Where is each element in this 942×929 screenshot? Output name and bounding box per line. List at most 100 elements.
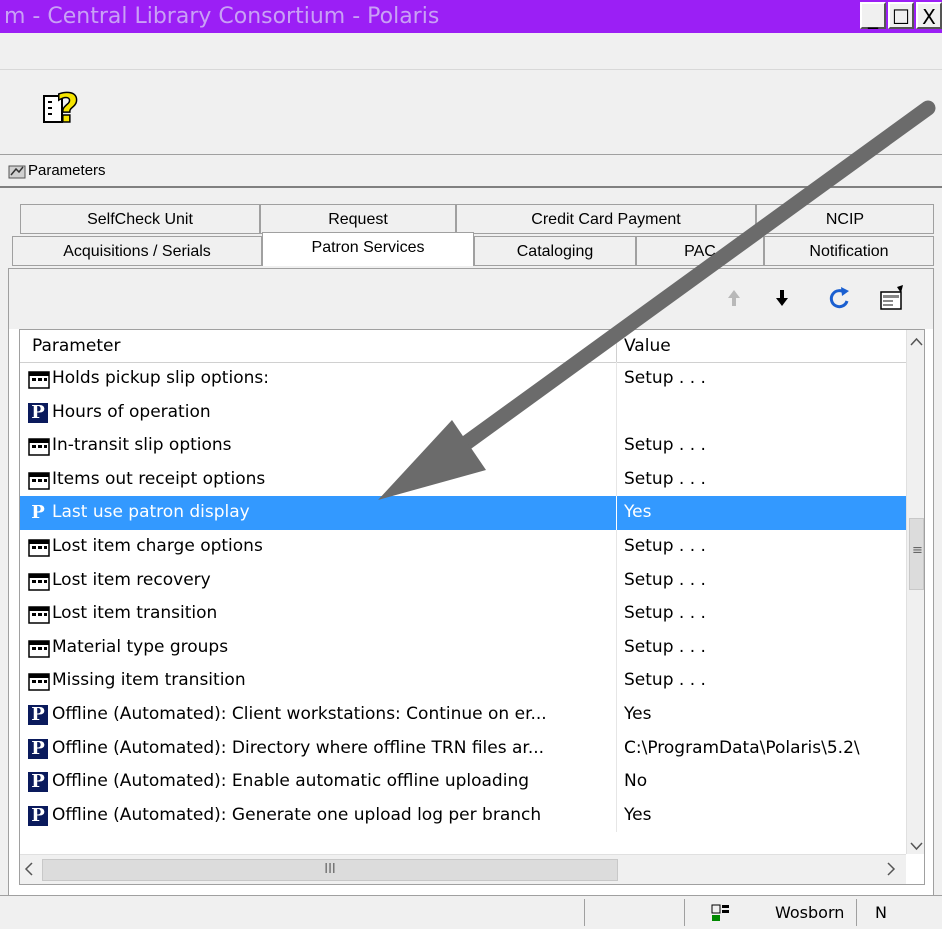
parameter-value[interactable]: C:\ProgramData\Polaris\5.2\ xyxy=(624,732,906,766)
refresh-icon[interactable] xyxy=(823,281,857,315)
parameter-value[interactable]: Yes xyxy=(624,698,906,732)
table-row[interactable]: Items out receipt options Setup . . . xyxy=(20,462,906,497)
dialog-icon xyxy=(28,369,50,389)
minimize-button[interactable]: _ xyxy=(860,2,886,29)
maximize-button[interactable]: ☐ xyxy=(888,2,914,29)
move-down-icon[interactable] xyxy=(765,281,799,315)
polaris-p-icon: P xyxy=(28,738,50,759)
table-row[interactable]: P Offline (Automated): Directory where of… xyxy=(20,731,906,766)
scroll-right-icon[interactable] xyxy=(886,861,896,881)
parameters-label: Parameters xyxy=(28,162,106,179)
user-icon xyxy=(711,904,729,921)
title-bar: m - Central Library Consortium - Polaris… xyxy=(0,0,942,33)
tab-request[interactable]: Request xyxy=(260,204,456,234)
table-row[interactable]: Lost item transition Setup . . . xyxy=(20,597,906,631)
toolbar: ? xyxy=(0,70,942,155)
table-row[interactable]: P Hours of operation xyxy=(20,395,906,430)
polaris-p-icon: P xyxy=(28,772,50,793)
table-row[interactable]: Material type groups Setup . . . xyxy=(20,630,906,665)
parameter-name: Hours of operation xyxy=(52,401,211,422)
tab-patron-services[interactable]: Patron Services xyxy=(262,232,474,266)
status-user: Wosborn xyxy=(775,903,845,922)
dialog-icon xyxy=(28,671,50,692)
vertical-scrollbar[interactable]: ≡ xyxy=(906,330,924,855)
tab-notification[interactable]: Notification xyxy=(764,236,934,266)
polaris-p-icon: P xyxy=(28,402,50,423)
parameter-name: Missing item transition xyxy=(52,670,246,691)
parameter-value[interactable]: Yes xyxy=(624,496,906,530)
status-extra: N xyxy=(875,903,887,922)
horizontal-scroll-thumb[interactable]: III xyxy=(42,859,618,881)
parameter-name: Holds pickup slip options: xyxy=(52,368,269,388)
close-button[interactable]: X xyxy=(916,2,942,29)
parameter-name: Lost item transition xyxy=(52,603,218,624)
parameter-value[interactable]: No xyxy=(624,765,906,799)
parameter-value[interactable]: Setup . . . xyxy=(624,463,906,497)
parameter-name: Offline (Automated): Generate one upload… xyxy=(52,804,542,825)
scroll-grip-icon: ≡ xyxy=(912,543,923,558)
parameter-name: Offline (Automated): Enable automatic of… xyxy=(52,771,530,792)
dialog-icon xyxy=(28,604,50,624)
table-row[interactable]: Lost item charge options Setup . . . xyxy=(20,529,906,564)
patron-services-panel: Parameter Value Holds pickup slip option… xyxy=(8,268,934,896)
window-title: m - Central Library Consortium - Polaris xyxy=(4,4,440,29)
tab-selfcheck-unit[interactable]: SelfCheck Unit xyxy=(20,204,260,234)
table-row[interactable]: P Last use patron display Yes xyxy=(20,496,906,530)
polaris-p-icon: P xyxy=(28,503,50,524)
polaris-p-icon: P xyxy=(28,704,50,725)
h-grip-label: III xyxy=(324,862,336,877)
svg-text:?: ? xyxy=(56,86,79,132)
move-up-icon[interactable] xyxy=(717,281,751,315)
parameter-value[interactable]: Setup . . . xyxy=(624,631,906,665)
parameter-name: In-transit slip options xyxy=(52,435,232,456)
table-row[interactable]: Missing item transition Setup . . . xyxy=(20,664,906,698)
table-row[interactable]: P Offline (Automated): Client workstation… xyxy=(20,697,906,732)
parameter-value[interactable]: Setup . . . xyxy=(624,429,906,463)
tab-pac[interactable]: PAC xyxy=(636,236,764,266)
help-icon[interactable]: ? xyxy=(42,84,94,136)
parameter-name: Lost item charge options xyxy=(52,535,263,556)
polaris-p-icon: P xyxy=(28,805,50,826)
parameter-name: Items out receipt options xyxy=(52,468,266,489)
tab-credit-card-payment[interactable]: Credit Card Payment xyxy=(456,204,756,234)
scroll-down-icon[interactable] xyxy=(910,836,923,855)
grid-toolbar xyxy=(9,269,933,329)
vertical-scroll-thumb[interactable]: ≡ xyxy=(909,518,924,590)
dialog-icon xyxy=(28,537,50,557)
table-row[interactable]: Lost item recovery Setup . . . xyxy=(20,563,906,598)
parameter-name: Material type groups xyxy=(52,636,229,657)
tab-acquisitions-serials[interactable]: Acquisitions / Serials xyxy=(12,236,262,266)
parameters-grid: Parameter Value Holds pickup slip option… xyxy=(19,329,925,885)
parameter-value[interactable]: Setup . . . xyxy=(624,564,906,598)
parameter-value[interactable]: Setup . . . xyxy=(624,664,906,698)
dialog-icon xyxy=(28,638,50,658)
menu-bar xyxy=(0,33,942,70)
parameters-icon xyxy=(8,165,26,179)
column-header-value[interactable]: Value xyxy=(624,330,671,362)
scroll-up-icon[interactable] xyxy=(910,336,923,350)
table-row[interactable]: In-transit slip options Setup . . . xyxy=(20,429,906,463)
horizontal-scrollbar[interactable]: III xyxy=(20,854,906,884)
parameter-name: Offline (Automated): Client workstations… xyxy=(52,703,547,724)
parameter-value[interactable]: Yes xyxy=(624,799,906,833)
table-row[interactable]: P Offline (Automated): Generate one uploa… xyxy=(20,798,906,833)
parameter-name: Lost item recovery xyxy=(52,569,211,590)
scroll-left-icon[interactable] xyxy=(24,861,34,881)
parameter-value[interactable]: Setup . . . xyxy=(624,362,906,396)
table-row[interactable]: Holds pickup slip options: Setup . . . xyxy=(20,362,906,396)
properties-icon[interactable] xyxy=(875,281,909,315)
parameter-value[interactable]: Setup . . . xyxy=(624,530,906,564)
parameter-name: Offline (Automated): Directory where off… xyxy=(52,737,545,758)
parameter-name: Last use patron display xyxy=(52,502,250,523)
dialog-icon xyxy=(28,571,50,591)
grid-header: Parameter Value xyxy=(20,330,906,363)
dialog-icon xyxy=(28,470,50,490)
parameter-value[interactable]: Setup . . . xyxy=(624,597,906,631)
dialog-icon xyxy=(28,436,50,456)
grid-rows: Holds pickup slip options: Setup . . . P Ho… xyxy=(20,362,906,833)
tab-cataloging[interactable]: Cataloging xyxy=(474,236,636,266)
table-row[interactable]: P Offline (Automated): Enable automatic o… xyxy=(20,765,906,799)
column-header-parameter[interactable]: Parameter xyxy=(32,330,120,362)
tab-ncip[interactable]: NCIP xyxy=(756,204,934,234)
status-bar: Wosborn N xyxy=(0,895,942,929)
